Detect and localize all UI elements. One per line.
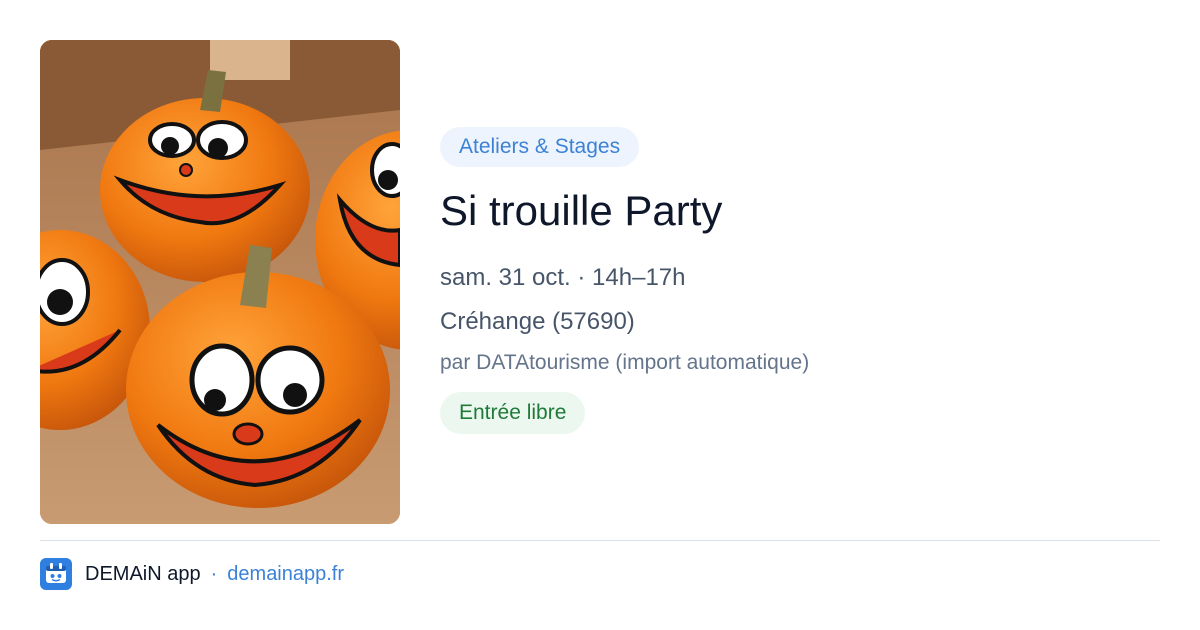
footer: DEMAiN app · demainapp.fr (40, 558, 344, 590)
price-badge: Entrée libre (440, 392, 586, 434)
footer-separator: · (210, 562, 218, 585)
event-image (40, 40, 400, 524)
event-location: Créhange (57690) (440, 308, 635, 335)
category-badge[interactable]: Ateliers & Stages (440, 127, 640, 167)
app-name: DEMAiN app (85, 562, 201, 585)
demain-app-logo-icon[interactable] (40, 558, 72, 590)
event-card[interactable]: Ateliers & Stages Si trouille Party sam.… (40, 40, 1160, 524)
event-author: par DATAtourisme (import automatique) (440, 351, 810, 374)
event-datetime: sam. 31 oct. · 14h–17h (440, 264, 686, 291)
event-info: Ateliers & Stages Si trouille Party sam.… (440, 127, 1140, 434)
pumpkins-illustration (40, 40, 400, 524)
app-link[interactable]: demainapp.fr (227, 563, 344, 586)
event-title[interactable]: Si trouille Party (440, 187, 1140, 235)
footer-divider (40, 540, 1160, 541)
